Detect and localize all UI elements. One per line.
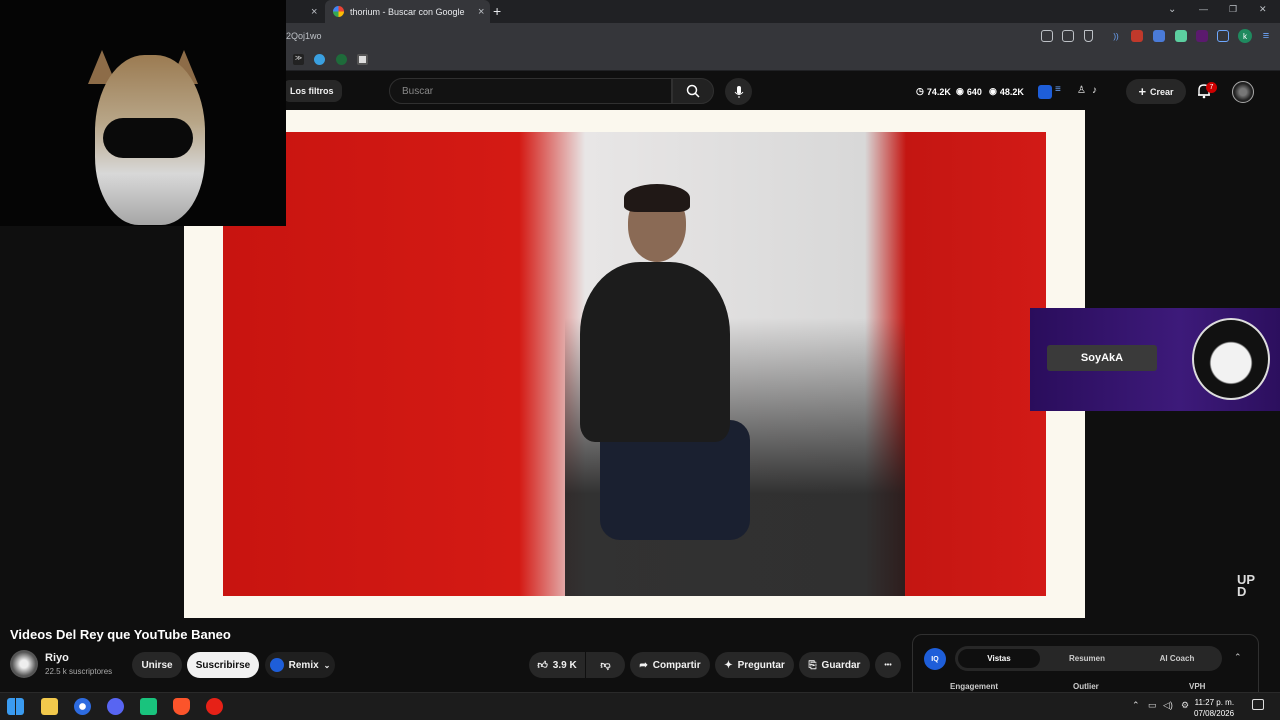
windows-taskbar xyxy=(0,692,1280,720)
clock-icon: ◷ xyxy=(916,86,924,96)
account-avatar[interactable] xyxy=(1232,81,1254,103)
stat-views: ◉ 48.2K xyxy=(989,86,1024,97)
stat-live: ◉ 640 xyxy=(956,86,982,97)
bookmark-save-icon: ⎘ xyxy=(808,659,817,671)
notification-count-badge: 7 xyxy=(1206,82,1217,93)
tab-close-icon[interactable]: × xyxy=(478,6,484,18)
filters-chip[interactable]: Los filtros xyxy=(282,80,342,102)
maximize-button[interactable]: ❐ xyxy=(1229,4,1237,15)
brave-icon[interactable] xyxy=(173,698,190,715)
google-favicon-icon xyxy=(333,6,344,17)
streamer-name: SoyAkA xyxy=(1047,345,1157,371)
bookmark-terminal-icon[interactable]: ≫ xyxy=(293,54,304,65)
search-input[interactable]: Buscar xyxy=(389,78,672,104)
menu-icon[interactable]: ≡ xyxy=(1260,30,1272,42)
extension-flask-icon[interactable] xyxy=(1175,30,1187,42)
video-title: Videos Del Rey que YouTube Baneo xyxy=(10,627,231,642)
tab-vistas[interactable]: Vistas xyxy=(958,649,1040,668)
bookmark-green-icon[interactable] xyxy=(336,54,347,65)
channel-watermark-logo: UP D xyxy=(1237,572,1255,599)
mic-icon xyxy=(734,85,743,98)
thumbs-up-icon: 👍︎ xyxy=(537,660,548,671)
extension-purple-icon[interactable] xyxy=(1196,30,1208,42)
create-button[interactable]: + Crear xyxy=(1126,79,1186,104)
share-button[interactable]: ➦ Compartir xyxy=(630,652,710,678)
youtube-app-icon[interactable] xyxy=(206,698,223,715)
browser-tab-google[interactable]: thorium - Buscar con Google × xyxy=(325,0,490,23)
iq-logo-icon: IQ xyxy=(924,648,946,670)
remix-icon xyxy=(269,658,284,672)
bookmark-chatgpt-icon[interactable] xyxy=(357,54,368,65)
ask-button[interactable]: ✦ Preguntar xyxy=(715,652,794,678)
stat-subscribers: ◷ 74.2K xyxy=(916,86,951,97)
search-icon xyxy=(686,84,700,98)
tab-title: thorium - Buscar con Google xyxy=(350,6,465,17)
webcam-eye-mask xyxy=(103,118,193,158)
new-tab-button[interactable]: + xyxy=(493,3,501,19)
channel-name[interactable]: Riyo xyxy=(45,652,69,664)
share-icon[interactable] xyxy=(1062,30,1074,42)
subscribe-button[interactable]: Suscribirse xyxy=(187,652,259,678)
bell-small-icon[interactable]: ♪ xyxy=(1092,85,1097,96)
remix-button[interactable]: Remix ⌄ xyxy=(265,652,335,678)
video-person-body xyxy=(580,262,730,442)
sparkle-icon: ✦ xyxy=(724,659,733,671)
iq-extension-icon[interactable] xyxy=(1038,85,1052,99)
list-icon[interactable]: ≡ xyxy=(1055,84,1061,95)
video-person-hair xyxy=(624,184,690,212)
collapse-chevron-icon[interactable]: ⌃ xyxy=(1234,652,1242,663)
mascot-image xyxy=(1192,318,1270,400)
join-button[interactable]: Unirse xyxy=(132,652,182,678)
windows-start-icon[interactable] xyxy=(7,698,24,715)
column-engagement: Engagement xyxy=(950,682,999,691)
extension-puzzle-icon[interactable] xyxy=(1153,30,1165,42)
column-outlier: Outlier xyxy=(1073,682,1099,691)
voice-search-button[interactable] xyxy=(725,78,752,105)
browser-tab-partial[interactable]: × xyxy=(286,0,322,23)
tab-search-icon[interactable]: ⌄ xyxy=(1168,4,1176,15)
eye-icon: ◉ xyxy=(989,86,997,96)
notification-center-icon[interactable] xyxy=(1252,699,1264,710)
file-explorer-icon[interactable] xyxy=(41,698,58,715)
plus-icon: + xyxy=(1138,84,1147,99)
column-vph: VPH xyxy=(1189,682,1206,691)
url-text[interactable]: 2Qoj1wo xyxy=(286,31,322,41)
award-icon[interactable]: ♙ xyxy=(1077,85,1086,96)
bookmark-icon[interactable] xyxy=(1084,30,1093,42)
settings-gear-icon[interactable]: ⚙ xyxy=(1181,700,1189,711)
profile-avatar[interactable]: k xyxy=(1238,29,1252,43)
eye-icon: ◉ xyxy=(956,86,964,96)
discord-icon[interactable] xyxy=(107,698,124,715)
close-window-button[interactable]: ✕ xyxy=(1259,4,1267,15)
tab-close-icon[interactable]: × xyxy=(311,6,317,18)
thumbs-down-icon: 👎︎ xyxy=(600,660,611,671)
share-arrow-icon: ➦ xyxy=(639,659,648,671)
minimize-button[interactable]: — xyxy=(1199,4,1208,14)
tab-ai-coach[interactable]: AI Coach xyxy=(1136,649,1218,668)
chevron-down-icon: ⌄ xyxy=(323,660,331,670)
side-panel-icon[interactable] xyxy=(1217,30,1229,42)
more-actions-button[interactable]: ••• xyxy=(875,652,901,678)
thorium-browser-icon[interactable] xyxy=(74,698,91,715)
tray-clock[interactable]: 11:27 p. m. 07/08/2026 xyxy=(1194,697,1234,719)
like-button[interactable]: 👍︎ 3.9 K xyxy=(529,652,585,678)
dislike-button[interactable]: 👎︎ xyxy=(586,652,625,678)
network-icon[interactable]: ▭ xyxy=(1148,700,1157,711)
save-button[interactable]: ⎘ Guardar xyxy=(799,652,870,678)
chatgpt-icon[interactable] xyxy=(140,698,157,715)
extension-cast-icon[interactable]: )) xyxy=(1110,30,1122,42)
volume-icon[interactable]: ◁) xyxy=(1163,700,1173,711)
channel-avatar[interactable] xyxy=(10,650,38,678)
extension-counter-icon[interactable] xyxy=(1131,30,1143,42)
tab-resumen[interactable]: Resumen xyxy=(1046,649,1128,668)
install-icon[interactable] xyxy=(1041,30,1053,42)
channel-subscriber-count: 22.5 k suscriptores xyxy=(45,667,113,676)
bookmark-edge-icon[interactable] xyxy=(314,54,325,65)
tray-chevron-icon[interactable]: ⌃ xyxy=(1132,700,1140,711)
search-button[interactable] xyxy=(672,78,714,104)
